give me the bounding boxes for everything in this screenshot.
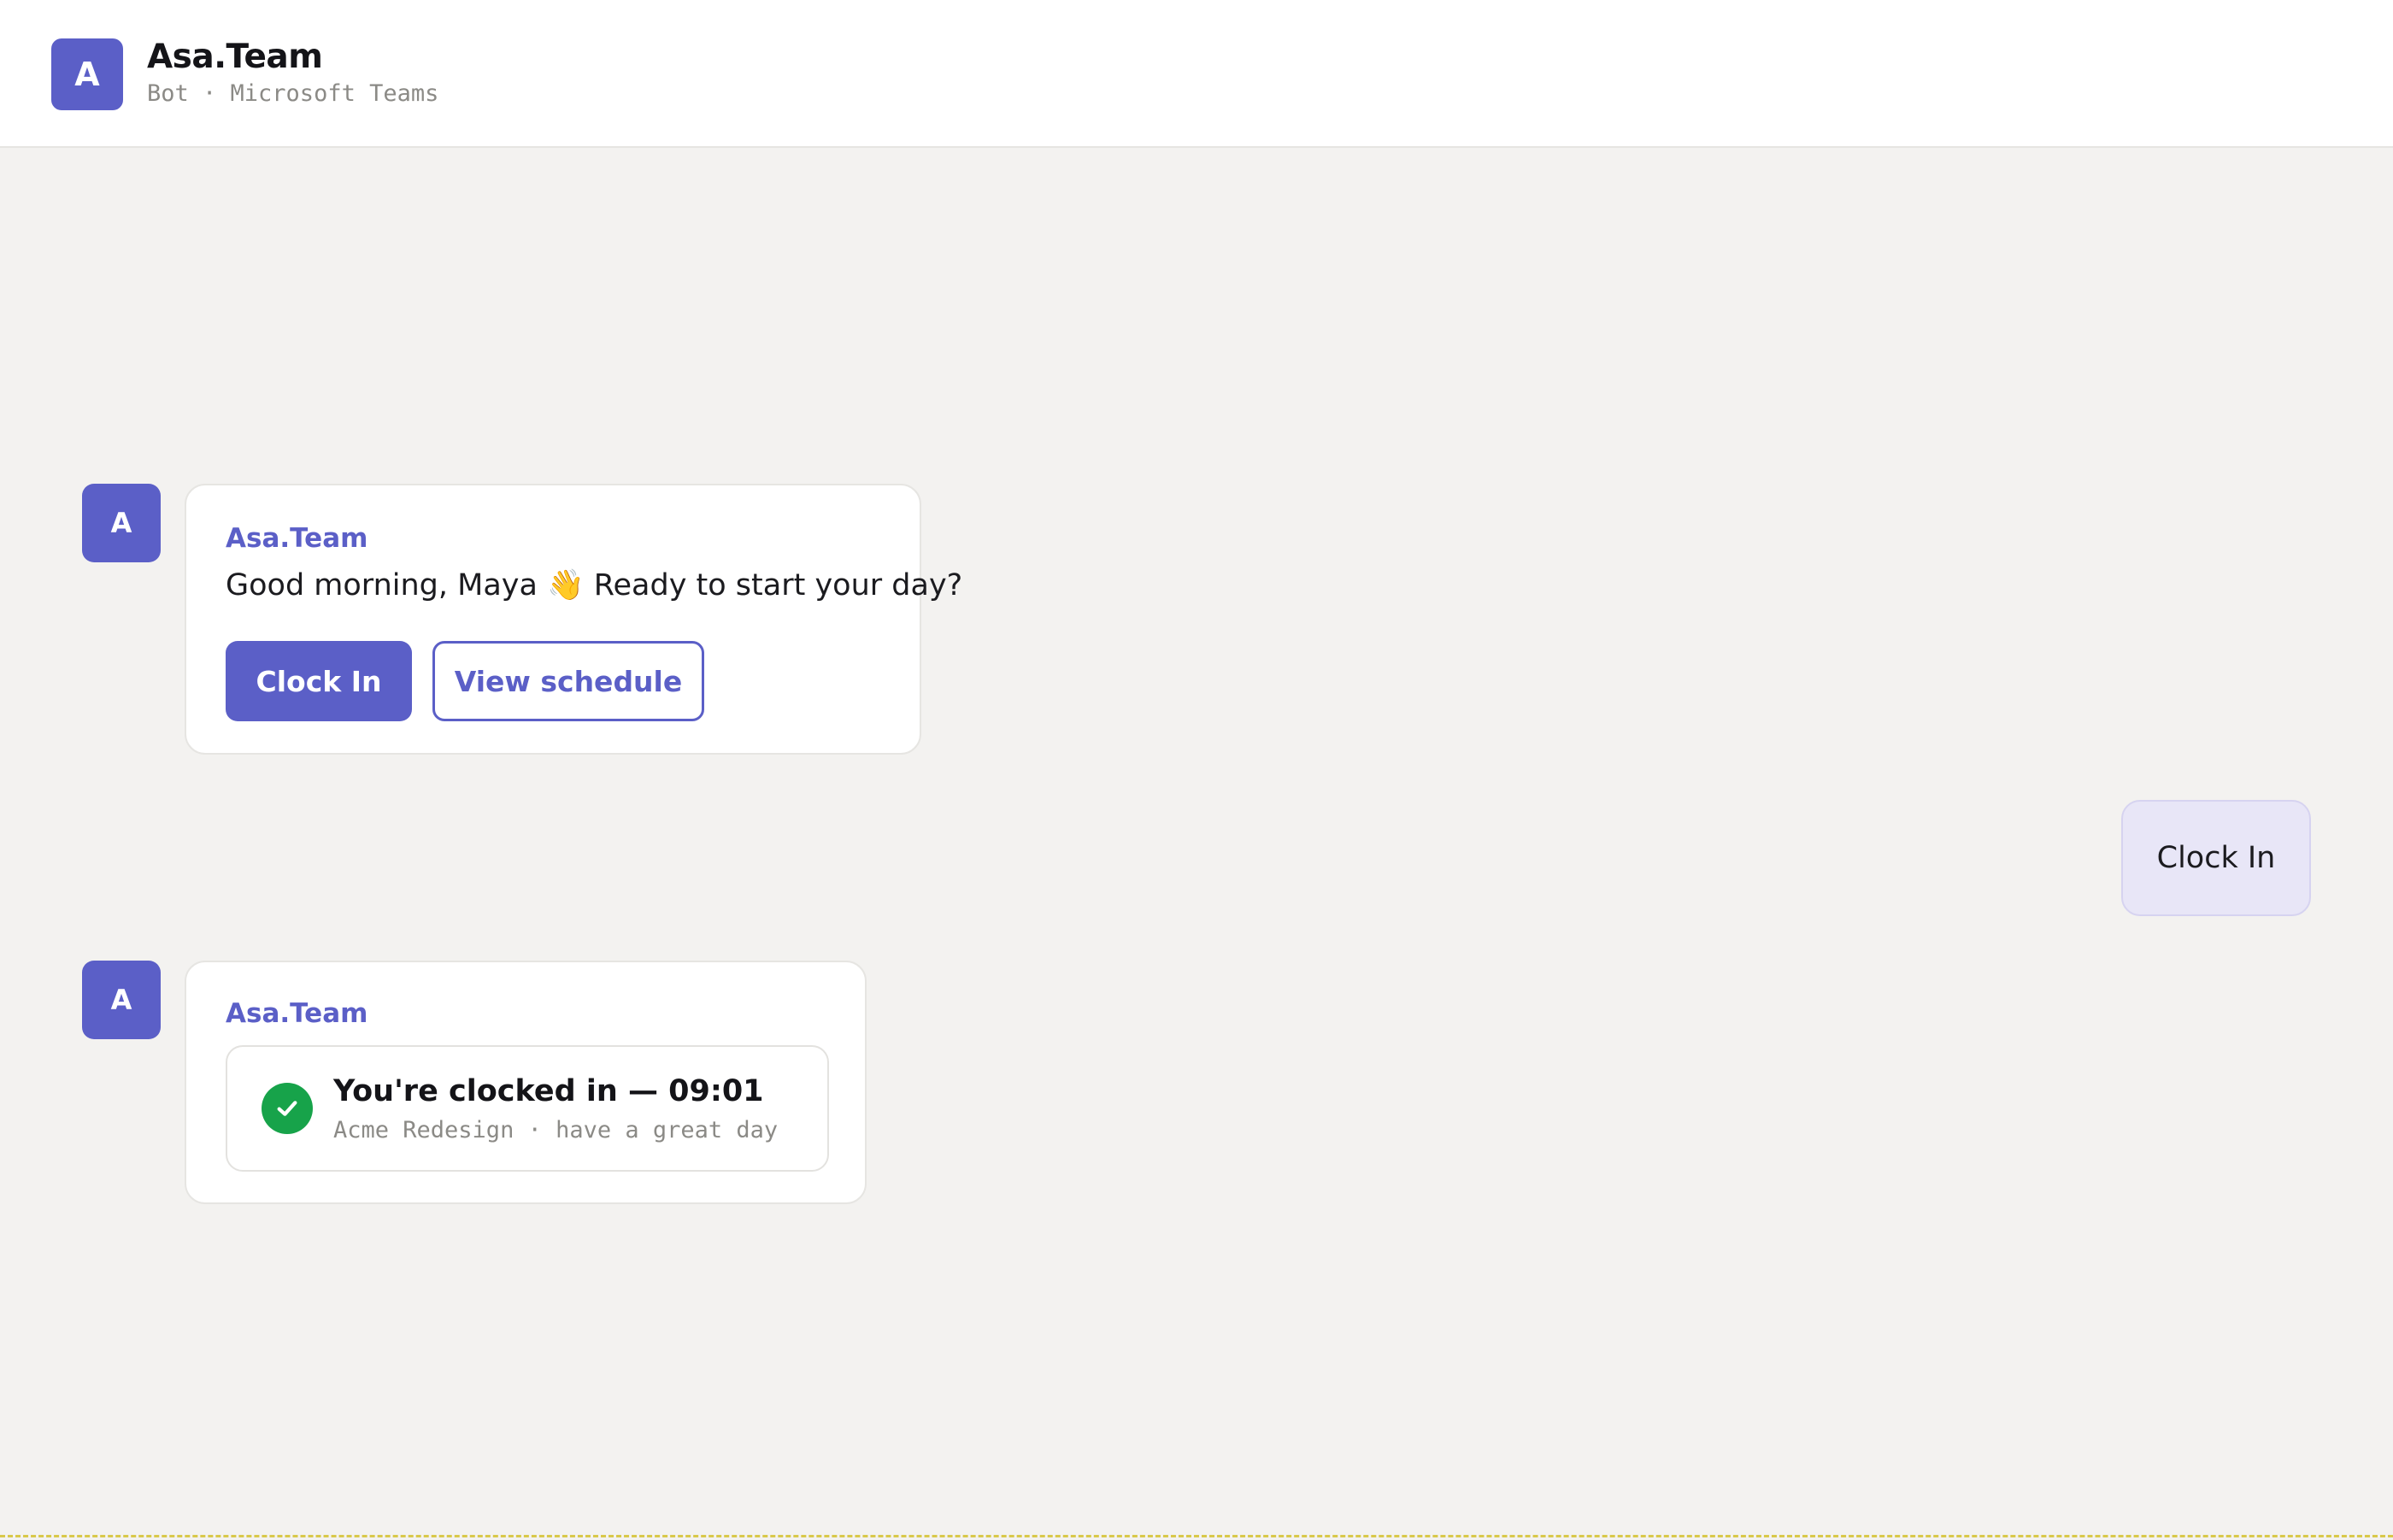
- message-sender: Asa.Team: [226, 523, 368, 554]
- message-avatar: A: [82, 961, 161, 1039]
- status-title: You're clocked in — 09:01: [333, 1074, 764, 1108]
- status-subtitle: Acme Redesign · have a great day: [333, 1117, 779, 1143]
- bot-avatar: A: [51, 38, 123, 110]
- chat-subtitle: Bot · Microsoft Teams: [147, 80, 439, 107]
- message-avatar: A: [82, 484, 161, 562]
- user-message-bubble: Clock In: [2121, 800, 2311, 916]
- bot-message-card: Asa.Team You're clocked in — 09:01 Acme …: [185, 961, 867, 1204]
- chat-title: Asa.Team: [147, 38, 323, 76]
- clock-in-button[interactable]: Clock In: [226, 641, 412, 721]
- clock-in-status-card: You're clocked in — 09:01 Acme Redesign …: [226, 1045, 829, 1172]
- check-circle-icon: [262, 1083, 313, 1134]
- view-schedule-button[interactable]: View schedule: [432, 641, 704, 721]
- chat-header: A Asa.Team Bot · Microsoft Teams: [0, 0, 2393, 148]
- message-sender: Asa.Team: [226, 998, 368, 1029]
- divider: [0, 1535, 2393, 1537]
- bot-message-card: Asa.Team Good morning, Maya 👋 Ready to s…: [185, 484, 962, 755]
- message-text: Good morning, Maya 👋 Ready to start your…: [226, 568, 963, 602]
